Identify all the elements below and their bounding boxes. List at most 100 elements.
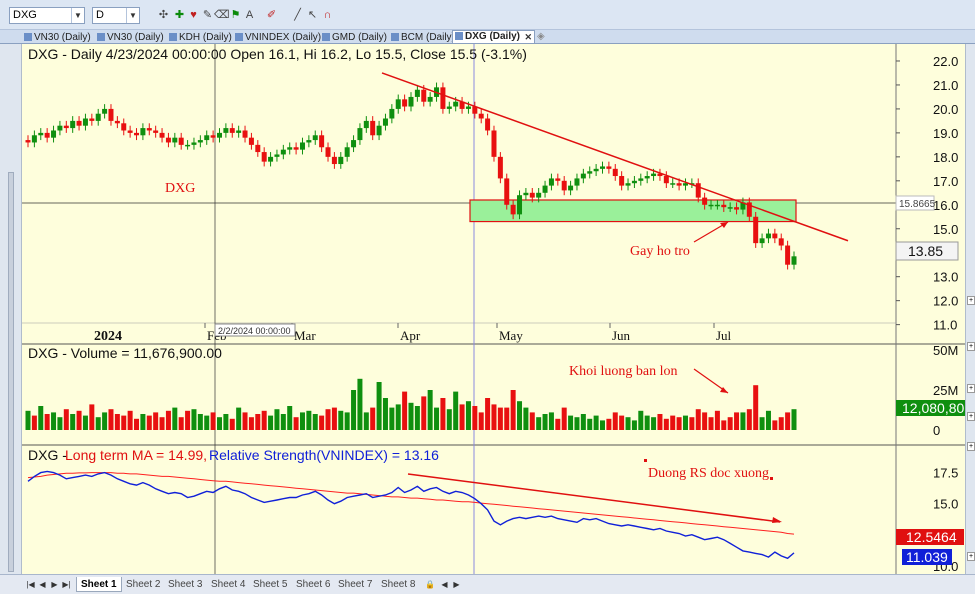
volume-bar [459, 404, 465, 430]
sheet-tab-7[interactable]: Sheet 7 [334, 577, 376, 592]
eraser-icon[interactable]: ⌫ [214, 8, 230, 23]
volume-last-label: 12,080,80 [902, 400, 964, 416]
candle-body [759, 238, 765, 244]
volume-bar [70, 414, 76, 430]
x-month-label: May [499, 328, 523, 343]
y-tick-label: 22.0 [933, 54, 958, 69]
prev-sheet-icon[interactable]: ◀ [38, 579, 47, 590]
candle-body [389, 108, 395, 119]
chart-svg: 22.021.020.019.018.017.016.015.014.013.0… [22, 44, 965, 574]
candle-body [574, 178, 580, 186]
add-chart-icon[interactable]: ✚ [172, 8, 187, 23]
next-sheet-icon[interactable]: ▶ [50, 579, 59, 590]
lock-icon[interactable]: 🔒 [425, 579, 435, 590]
candle-body [670, 183, 676, 185]
crosshair-icon[interactable]: ✣ [156, 8, 171, 23]
candle-body [280, 149, 286, 155]
first-sheet-icon[interactable]: |◀ [26, 579, 35, 590]
expand-icon[interactable]: + [967, 384, 975, 393]
candle-body [223, 128, 229, 133]
magnet-icon[interactable]: ∩ [320, 8, 335, 23]
volume-bar [593, 415, 599, 430]
sheet-tab-5[interactable]: Sheet 5 [249, 577, 291, 592]
sheet-tab-3[interactable]: Sheet 3 [164, 577, 206, 592]
scroll-right-icon[interactable]: ▶ [452, 579, 461, 590]
candle-body [31, 135, 37, 143]
candle-body [134, 132, 140, 136]
y-tick-label: 17.0 [933, 174, 958, 189]
candle-body [76, 120, 82, 126]
flag-icon[interactable]: ⚑ [228, 8, 243, 23]
price-header: DXG - Daily 4/23/2024 00:00:00 Open 16.1… [28, 46, 527, 62]
volume-bar [76, 410, 82, 430]
volume-bar [434, 407, 440, 430]
candle-body [127, 130, 133, 133]
candle-body [708, 204, 714, 207]
scroll-left-icon[interactable]: ◀ [440, 579, 449, 590]
line-tool-icon[interactable]: ╱ [290, 8, 305, 23]
text-icon[interactable]: A [242, 8, 257, 23]
candle-body [153, 130, 159, 133]
volume-bar [497, 407, 503, 430]
pen-color-icon[interactable]: ✐ [264, 8, 279, 23]
chevron-down-icon[interactable]: ▼ [71, 8, 84, 23]
close-icon[interactable]: ✕ [524, 31, 532, 43]
period-combo[interactable]: D ▼ [92, 7, 140, 24]
volume-bar [146, 415, 152, 430]
sheet-tab-8[interactable]: Sheet 8 [377, 577, 419, 592]
sheet-tab-2[interactable]: Sheet 2 [122, 577, 164, 592]
candle-body [727, 207, 733, 209]
indicator-tick-label: 17.5 [933, 466, 958, 481]
volume-bar [523, 407, 529, 430]
candle-body [165, 137, 171, 143]
candle-body [242, 130, 248, 138]
volume-bar [44, 414, 50, 430]
volume-bar [587, 418, 593, 430]
candle-body [695, 183, 701, 198]
volume-bar [389, 407, 395, 430]
volume-bar [363, 412, 369, 430]
volume-bar [759, 417, 765, 430]
expand-icon[interactable]: + [967, 412, 975, 421]
expand-icon[interactable]: + [967, 442, 975, 451]
volume-bar [82, 415, 88, 430]
candle-body [274, 154, 280, 157]
candle-body [497, 156, 503, 179]
annotation-marker [770, 477, 773, 480]
volume-bar [765, 410, 771, 430]
last-sheet-icon[interactable]: ▶| [62, 579, 71, 590]
volume-bar [114, 414, 120, 430]
heart-icon[interactable]: ♥ [186, 8, 201, 23]
volume-bar [402, 391, 408, 430]
expand-icon[interactable]: + [967, 296, 975, 305]
pointer-icon[interactable]: ↖ [305, 8, 320, 23]
volume-bar [542, 414, 548, 430]
volume-bar [734, 412, 740, 430]
draw-icon[interactable]: ✎ [200, 8, 215, 23]
sheet-tab-4[interactable]: Sheet 4 [207, 577, 249, 592]
new-tab-icon[interactable]: ◈ [537, 31, 545, 44]
volume-bar [625, 417, 631, 430]
candle-body [140, 128, 146, 136]
candle-body [676, 183, 682, 186]
tab-dxg[interactable]: DXG (Daily) ✕ [452, 30, 536, 43]
sheet-tab-6[interactable]: Sheet 6 [292, 577, 334, 592]
volume-tick-label: 25M [933, 383, 958, 398]
tab-label: GMD (Daily) [332, 32, 387, 43]
volume-bar [472, 406, 478, 430]
volume-bar [255, 414, 261, 430]
candle-body [644, 176, 650, 179]
volume-bar [242, 412, 248, 430]
chevron-down-icon[interactable]: ▼ [126, 8, 139, 23]
volume-bar [121, 415, 127, 430]
volume-bar [287, 406, 293, 430]
right-panel-strip: + + + + + + [965, 44, 975, 574]
candle-body [702, 197, 708, 205]
expand-icon[interactable]: + [967, 342, 975, 351]
left-scroll-gutter [0, 44, 22, 574]
volume-bar [376, 382, 382, 430]
symbol-combo[interactable]: DXG ▼ [9, 7, 85, 24]
vertical-scrollbar[interactable] [8, 172, 14, 572]
sheet-tab-1[interactable]: Sheet 1 [76, 577, 122, 592]
expand-icon[interactable]: + [967, 552, 975, 561]
